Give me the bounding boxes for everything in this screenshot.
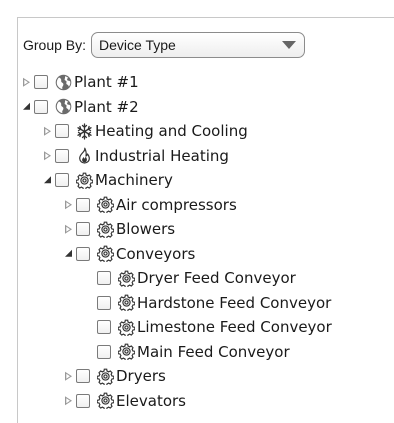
gear-icon bbox=[117, 269, 135, 287]
tree-item-label[interactable]: Air compressors bbox=[116, 196, 237, 214]
collapsed-arrow-icon[interactable] bbox=[65, 371, 72, 381]
snowflake-icon bbox=[75, 122, 93, 140]
gear-icon bbox=[75, 171, 93, 189]
tree-checkbox[interactable] bbox=[76, 197, 90, 212]
tree-checkbox[interactable] bbox=[76, 393, 90, 408]
gear-icon bbox=[96, 196, 114, 214]
group-by-label: Group By: bbox=[23, 37, 87, 53]
tree-item-label[interactable]: Limestone Feed Conveyor bbox=[137, 318, 332, 336]
globe-icon bbox=[54, 98, 72, 116]
tree-item-label[interactable]: Dryers bbox=[116, 367, 166, 385]
tree-row[interactable]: Plant #2 bbox=[18, 95, 394, 120]
tree-checkbox[interactable] bbox=[55, 124, 69, 139]
collapsed-arrow-icon[interactable] bbox=[65, 224, 72, 234]
tree-row[interactable]: Hardstone Feed Conveyor bbox=[18, 291, 394, 316]
tree-checkbox[interactable] bbox=[97, 344, 111, 359]
chevron-down-icon[interactable] bbox=[282, 41, 297, 49]
tree-item-label[interactable]: Plant #2 bbox=[74, 98, 139, 116]
expanded-arrow-icon[interactable] bbox=[65, 249, 72, 257]
device-tree: Plant #1 Plant #2 Heating and Cooling Indus… bbox=[18, 70, 394, 413]
collapsed-arrow-icon[interactable] bbox=[65, 396, 72, 406]
tree-item-label[interactable]: Conveyors bbox=[116, 245, 195, 263]
tree-checkbox[interactable] bbox=[97, 320, 111, 335]
globe-icon bbox=[54, 73, 72, 91]
tree-item-label[interactable]: Plant #1 bbox=[74, 73, 139, 91]
tree-row[interactable]: Conveyors bbox=[18, 242, 394, 267]
collapsed-arrow-icon[interactable] bbox=[23, 77, 30, 87]
gear-icon bbox=[117, 343, 135, 361]
tree-item-label[interactable]: Blowers bbox=[116, 220, 175, 238]
tree-item-label[interactable]: Dryer Feed Conveyor bbox=[137, 269, 296, 287]
gear-icon bbox=[96, 220, 114, 238]
group-by-selected-value: Device Type bbox=[99, 37, 176, 53]
group-by-select[interactable]: Device Type bbox=[91, 32, 306, 58]
tree-item-label[interactable]: Industrial Heating bbox=[95, 147, 229, 165]
gear-icon bbox=[96, 367, 114, 385]
tree-row[interactable]: Dryers bbox=[18, 364, 394, 389]
tree-row[interactable]: Heating and Cooling bbox=[18, 119, 394, 144]
tree-checkbox[interactable] bbox=[34, 99, 48, 114]
tree-checkbox[interactable] bbox=[76, 246, 90, 261]
tree-row[interactable]: Main Feed Conveyor bbox=[18, 340, 394, 365]
gear-icon bbox=[96, 392, 114, 410]
tree-item-label[interactable]: Hardstone Feed Conveyor bbox=[137, 294, 331, 312]
gear-icon bbox=[117, 294, 135, 312]
tree-row[interactable]: Blowers bbox=[18, 217, 394, 242]
flame-icon bbox=[75, 147, 93, 165]
collapsed-arrow-icon[interactable] bbox=[44, 151, 51, 161]
tree-item-label[interactable]: Heating and Cooling bbox=[95, 122, 248, 140]
tree-checkbox[interactable] bbox=[97, 271, 111, 286]
tree-item-label[interactable]: Elevators bbox=[116, 392, 186, 410]
gear-icon bbox=[117, 318, 135, 336]
tree-checkbox[interactable] bbox=[97, 295, 111, 310]
tree-checkbox[interactable] bbox=[76, 369, 90, 384]
tree-checkbox[interactable] bbox=[55, 148, 69, 163]
collapsed-arrow-icon[interactable] bbox=[44, 126, 51, 136]
tree-checkbox[interactable] bbox=[34, 75, 48, 90]
tree-checkbox[interactable] bbox=[76, 222, 90, 237]
tree-item-label[interactable]: Machinery bbox=[95, 171, 173, 189]
tree-row[interactable]: Machinery bbox=[18, 168, 394, 193]
tree-row[interactable]: Industrial Heating bbox=[18, 144, 394, 169]
collapsed-arrow-icon[interactable] bbox=[65, 200, 72, 210]
tree-row[interactable]: Air compressors bbox=[18, 193, 394, 218]
group-by-control: Group By: Device Type bbox=[23, 32, 306, 58]
expanded-arrow-icon[interactable] bbox=[44, 176, 51, 184]
tree-item-label[interactable]: Main Feed Conveyor bbox=[137, 343, 290, 361]
tree-row[interactable]: Elevators bbox=[18, 389, 394, 414]
tree-checkbox[interactable] bbox=[55, 173, 69, 188]
tree-row[interactable]: Limestone Feed Conveyor bbox=[18, 315, 394, 340]
tree-row[interactable]: Plant #1 bbox=[18, 70, 394, 95]
device-tree-panel: Group By: Device Type Plant #1 Plant #2 He… bbox=[17, 17, 394, 423]
tree-row[interactable]: Dryer Feed Conveyor bbox=[18, 266, 394, 291]
expanded-arrow-icon[interactable] bbox=[23, 102, 30, 110]
gear-icon bbox=[96, 245, 114, 263]
